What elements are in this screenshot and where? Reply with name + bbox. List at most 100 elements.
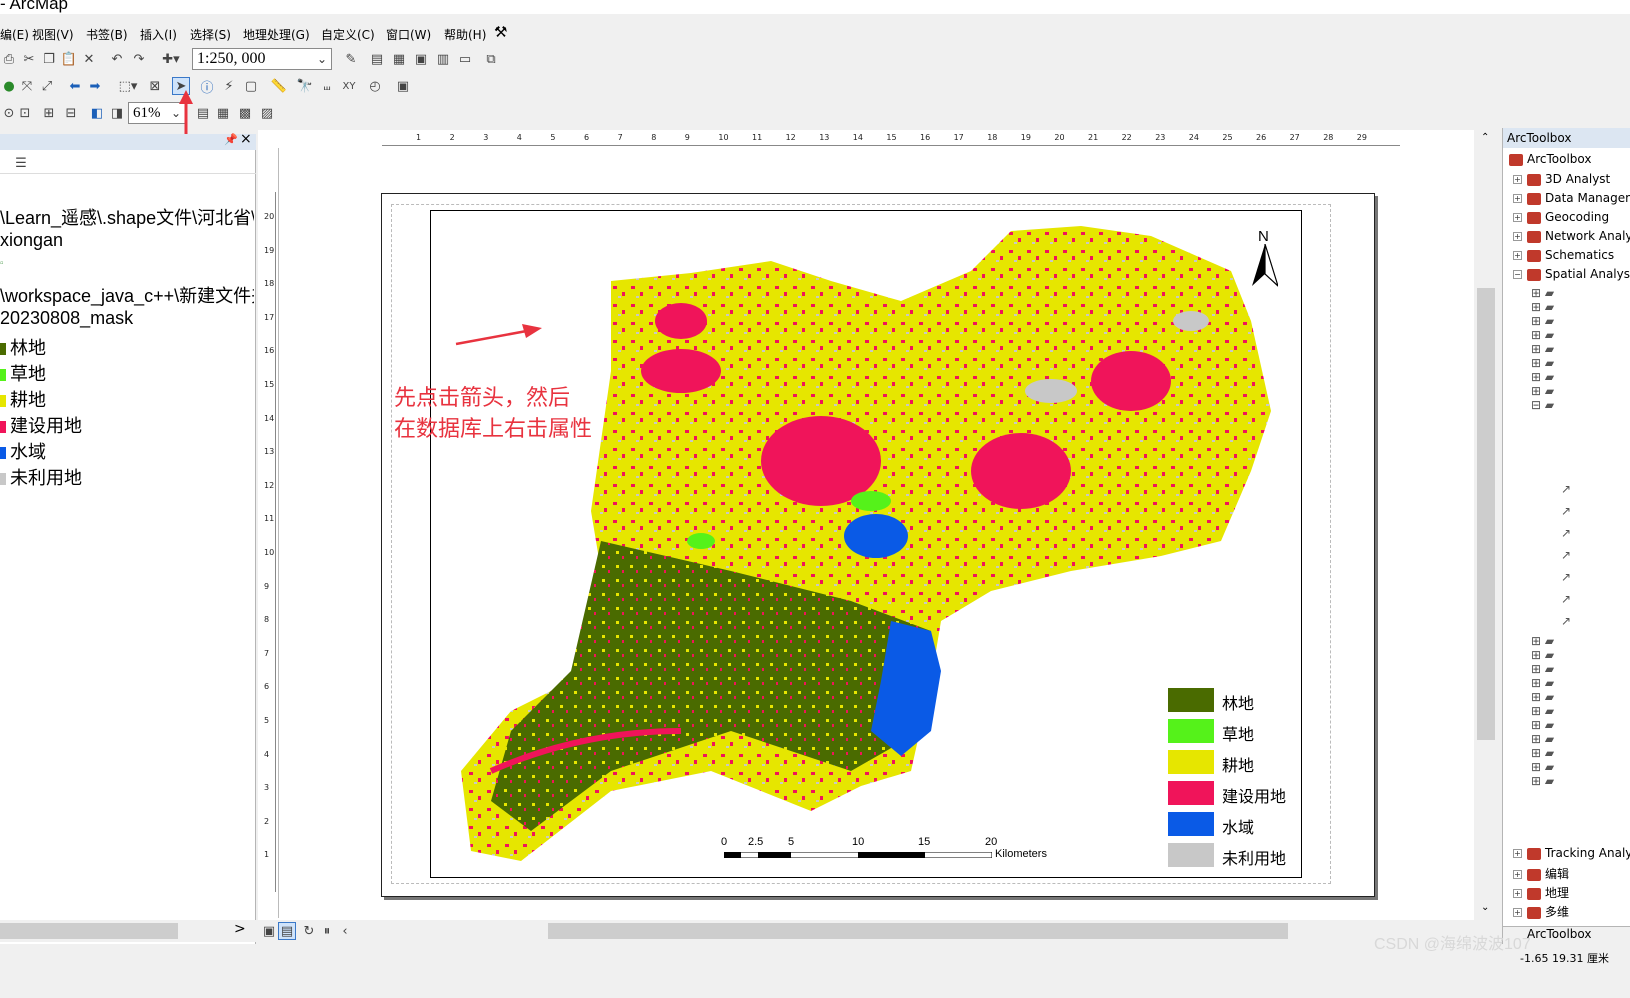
menu-insert[interactable]: 插入(I)	[140, 26, 177, 43]
clear-selection-icon[interactable]: ⊠	[146, 77, 164, 95]
toolbox-item-tracking[interactable]: + Tracking Analyst	[1513, 846, 1630, 860]
expand-icon[interactable]: +	[1513, 213, 1522, 222]
toc-class-construction[interactable]: 建设用地	[0, 412, 254, 438]
toolbox-icon[interactable]: ▥	[434, 50, 452, 68]
redo-icon[interactable]: ↷	[130, 50, 148, 68]
add-data-icon[interactable]: ✚▾	[156, 50, 186, 68]
menu-edit[interactable]: 编(E)	[0, 26, 29, 43]
go-to-xy-icon[interactable]: XY	[340, 77, 358, 95]
toolbox-item-multidim[interactable]: + 多维	[1513, 903, 1569, 920]
menu-bookmarks[interactable]: 书签(B)	[86, 26, 128, 43]
expand-icon[interactable]: +	[1513, 889, 1522, 898]
toc-source-path-2[interactable]: \workspace_java_c++\新建文件夹	[0, 282, 254, 308]
refresh-icon[interactable]: ↻	[300, 922, 318, 940]
expand-icon[interactable]: +	[1513, 870, 1522, 879]
layout-view-icon[interactable]: ▤	[278, 922, 296, 940]
focus-data-frame-icon[interactable]: ▦	[214, 104, 232, 122]
model-builder-icon[interactable]: ⧉	[482, 50, 500, 68]
toolbox-item-schematics[interactable]: + Schematics	[1513, 248, 1614, 262]
toolbox-item-geography[interactable]: + 地理	[1513, 884, 1569, 901]
toc-layer-xiongan[interactable]: xiongan	[0, 230, 254, 251]
chevron-right-icon[interactable]: >	[234, 921, 246, 937]
search-window-icon[interactable]: ▣	[412, 50, 430, 68]
toolbox-item-geocoding[interactable]: + Geocoding	[1513, 210, 1609, 224]
toc-class-water[interactable]: 水域	[0, 438, 254, 464]
print-icon[interactable]: ⎙	[0, 50, 18, 68]
find-route-icon[interactable]: ⧢	[318, 77, 336, 95]
catalog-icon[interactable]: ▦	[390, 50, 408, 68]
paste-icon[interactable]: 📋	[60, 50, 78, 68]
toggle-draft-icon[interactable]: ▤	[194, 104, 212, 122]
menu-help[interactable]: 帮助(H)	[444, 26, 486, 43]
fixed-zoom-in-layout-icon[interactable]: ⊞	[40, 104, 58, 122]
expand-icon[interactable]: +	[1513, 849, 1522, 858]
zoom-100-icon[interactable]: ⊡	[16, 104, 34, 122]
chevron-left-icon[interactable]: ‹	[336, 922, 354, 940]
expand-icon[interactable]: +	[1513, 251, 1522, 260]
globe-icon[interactable]: ●	[0, 77, 18, 95]
create-viewer-icon[interactable]: ▣	[394, 77, 412, 95]
find-icon[interactable]: 🔭	[296, 77, 314, 95]
toolbox-item-label: Tracking Analyst	[1545, 846, 1630, 860]
editor-icon[interactable]: ✎	[342, 50, 360, 68]
expand-icon[interactable]: +	[1513, 232, 1522, 241]
horizontal-scrollbar-thumb[interactable]	[548, 923, 1288, 939]
pause-icon[interactable]: ⏸	[318, 922, 336, 940]
time-slider-icon[interactable]: ◴	[366, 77, 384, 95]
toolbox-root[interactable]: ArcToolbox	[1509, 152, 1591, 166]
cut-icon[interactable]: ✂	[20, 50, 38, 68]
menu-customize[interactable]: 自定义(C)	[321, 26, 375, 43]
fixed-zoom-out-icon[interactable]: ⤢	[38, 77, 56, 95]
python-window-icon[interactable]: ▭	[456, 50, 474, 68]
html-popup-icon[interactable]: ▢	[242, 77, 260, 95]
map-scale-select[interactable]: 1:250, 000 ⌄	[192, 48, 332, 70]
ruler-tick-label: 23	[1155, 133, 1166, 142]
go-back-icon[interactable]: ⬅	[66, 77, 84, 95]
measure-icon[interactable]: 📏	[270, 77, 288, 95]
toc-class-forest[interactable]: 林地	[0, 334, 254, 360]
layout-vertical-scrollbar[interactable]: ⌃ ⌄	[1474, 130, 1498, 920]
list-by-source-icon[interactable]: ☰	[12, 154, 30, 172]
menu-view[interactable]: 视图(V)	[32, 26, 74, 43]
identify-icon[interactable]: ⓘ	[198, 77, 216, 96]
chevron-down-icon[interactable]: ⌄	[1481, 902, 1489, 913]
toolbox-item-spatial[interactable]: − Spatial Analyst	[1513, 267, 1630, 281]
toc-horizontal-scrollbar[interactable]: >	[0, 920, 256, 942]
scrollbar-thumb[interactable]	[1477, 288, 1495, 740]
toc-class-grass[interactable]: 草地	[0, 360, 254, 386]
scrollbar-thumb[interactable]	[0, 923, 178, 939]
next-extent-icon[interactable]: ◨	[108, 104, 126, 122]
chevron-up-icon[interactable]: ⌃	[1481, 132, 1489, 143]
menu-windows[interactable]: 窗口(W)	[386, 26, 431, 43]
pin-icon[interactable]: 📌	[224, 133, 238, 146]
select-features-icon[interactable]: ⬚▾	[114, 77, 142, 95]
collapse-icon[interactable]: −	[1513, 270, 1522, 279]
data-view-icon[interactable]: ▣	[260, 922, 278, 940]
previous-extent-icon[interactable]: ◧	[88, 104, 106, 122]
close-icon[interactable]: ×	[240, 131, 252, 147]
toc-source-path[interactable]: \Learn_遥感\.shape文件\河北省\雄	[0, 204, 254, 230]
undo-icon[interactable]: ↶	[108, 50, 126, 68]
toolbox-item-data[interactable]: + Data Management	[1513, 191, 1630, 205]
fixed-zoom-in-icon[interactable]: ⤧	[18, 77, 36, 95]
data-driven-pages-icon[interactable]: ▨	[258, 104, 276, 122]
toolbox-item-edit[interactable]: + 编辑	[1513, 865, 1569, 882]
toc-class-unused[interactable]: 未利用地	[0, 464, 254, 490]
menu-selection[interactable]: 选择(S)	[190, 26, 231, 43]
toolbox-item-3d[interactable]: +3D Analyst	[1513, 172, 1610, 186]
menu-geoprocessing[interactable]: 地理处理(G)	[243, 26, 310, 43]
delete-icon[interactable]: ✕	[80, 50, 98, 68]
fixed-zoom-out-layout-icon[interactable]: ⊟	[62, 104, 80, 122]
hyperlink-icon[interactable]: ⚡	[220, 77, 238, 95]
go-forward-icon[interactable]: ➡	[86, 77, 104, 95]
expand-icon[interactable]: +	[1513, 908, 1522, 917]
toolbox-item-network[interactable]: + Network Analyst	[1513, 229, 1630, 243]
hammer-icon[interactable]: ⚒	[494, 23, 507, 41]
expand-icon[interactable]: +	[1513, 175, 1522, 184]
toc-class-farmland[interactable]: 耕地	[0, 386, 254, 412]
table-of-contents-icon[interactable]: ▤	[368, 50, 386, 68]
copy-icon[interactable]: ❐	[40, 50, 58, 68]
change-layout-icon[interactable]: ▩	[236, 104, 254, 122]
expand-icon[interactable]: +	[1513, 194, 1522, 203]
toc-layer-mask[interactable]: 20230808_mask	[0, 308, 254, 329]
